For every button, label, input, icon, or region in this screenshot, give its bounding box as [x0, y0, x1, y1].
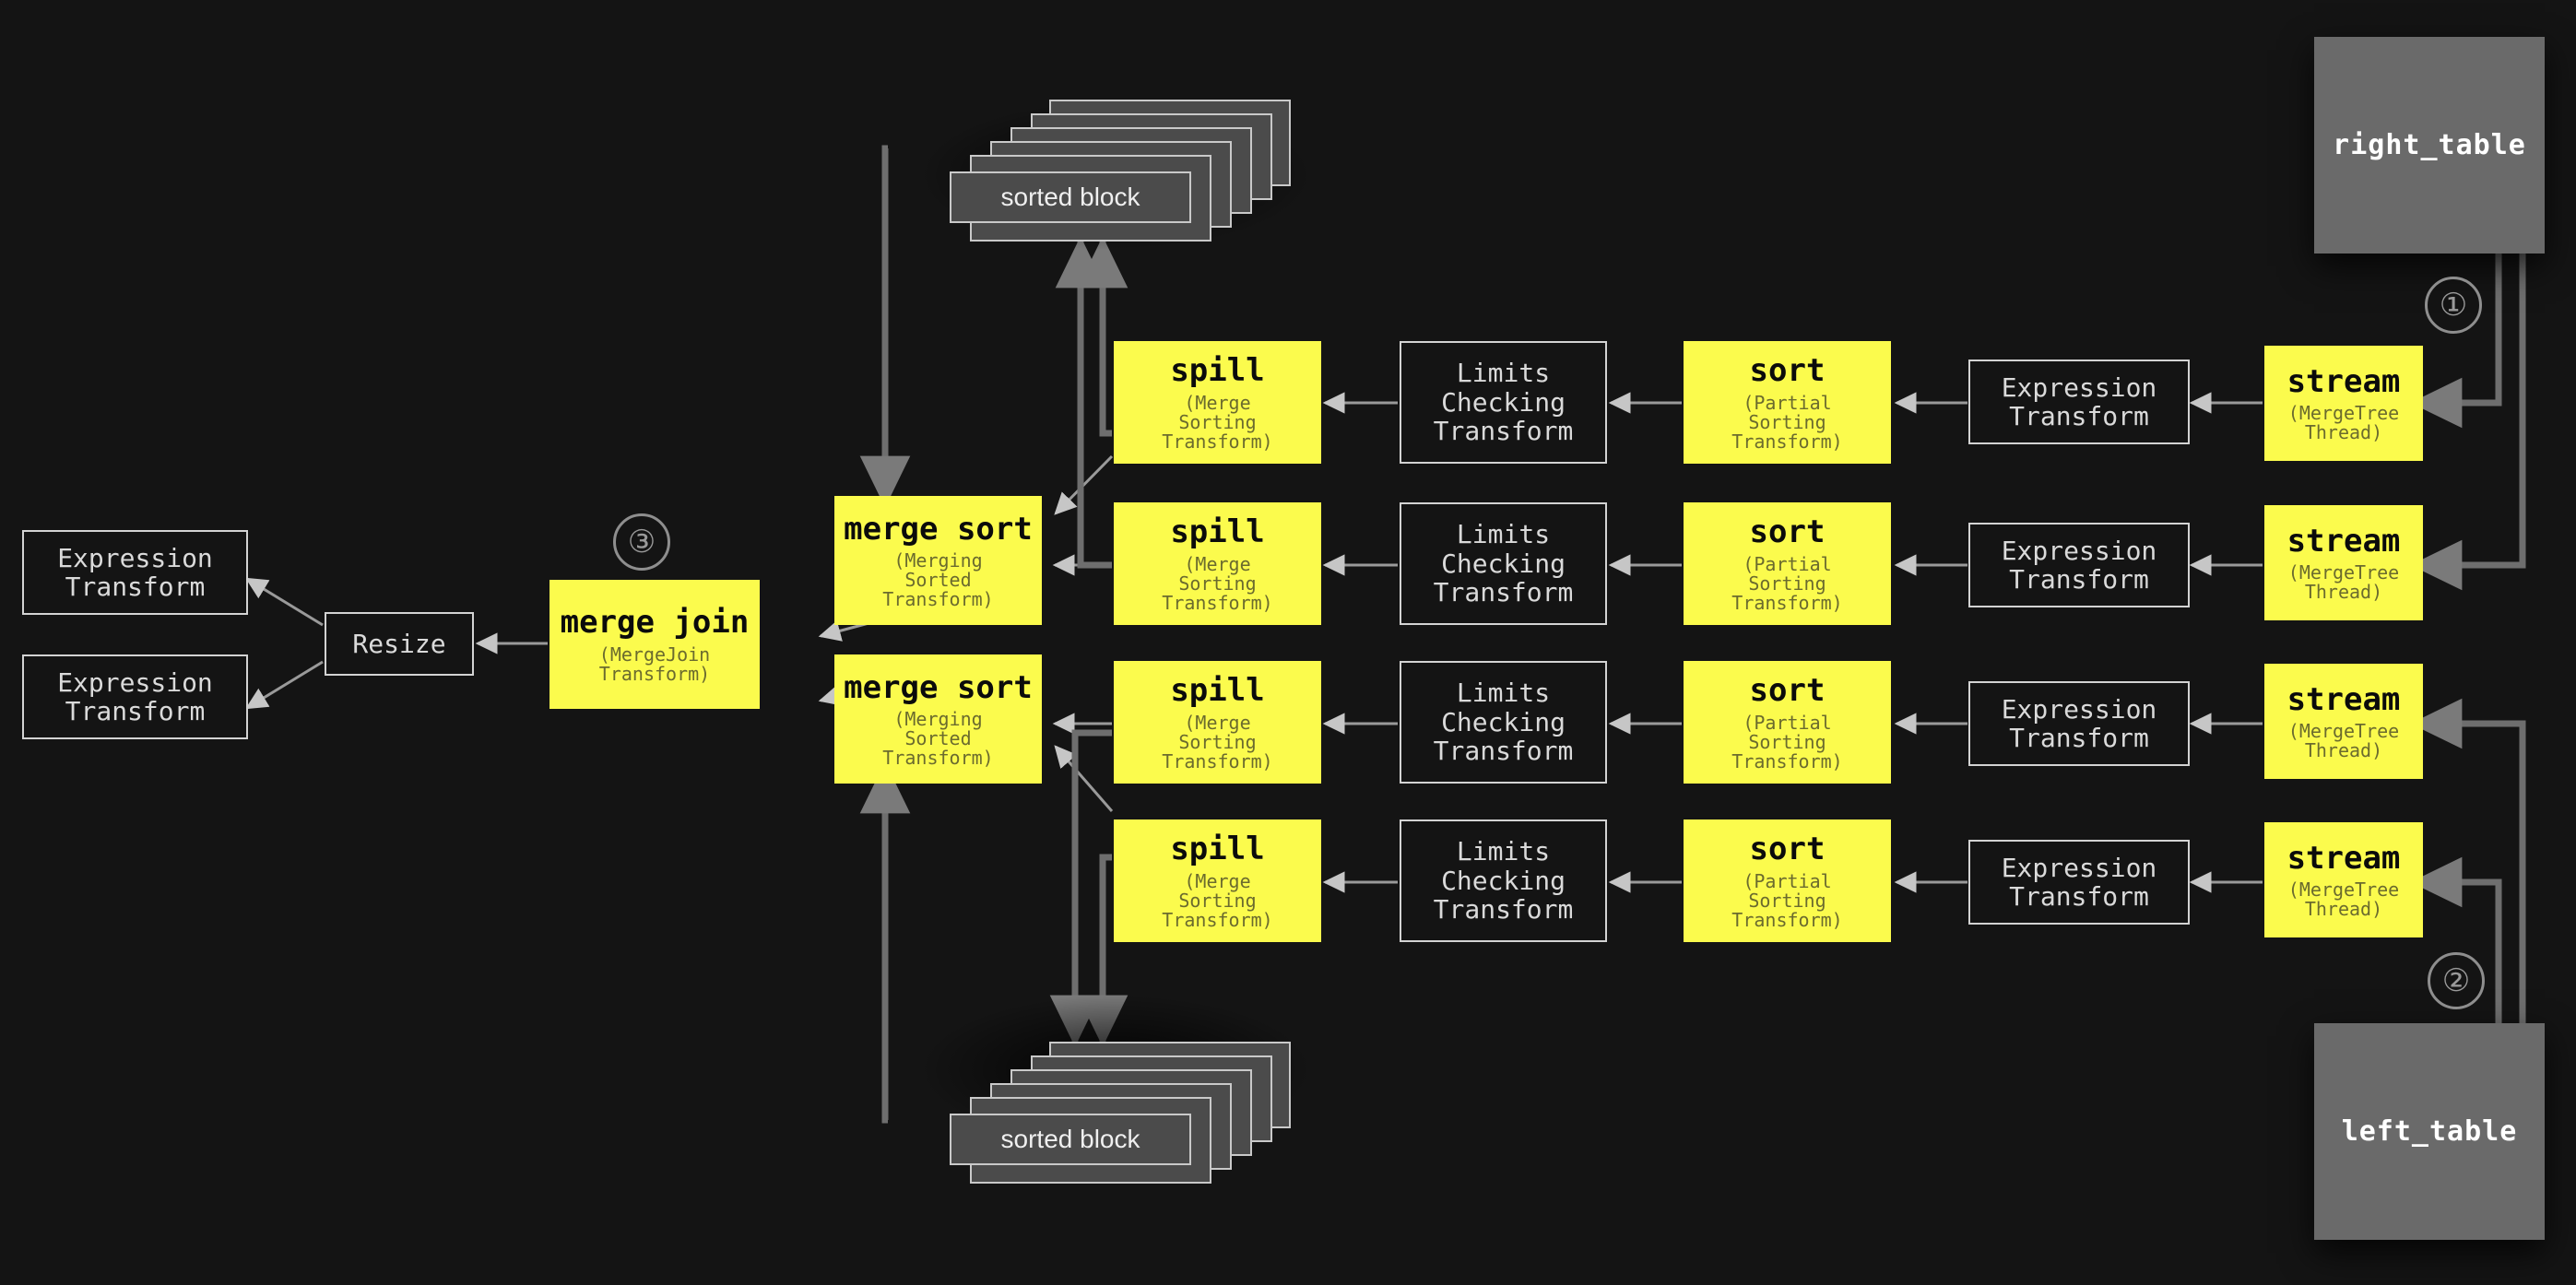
limits-checking-label-3: Limits Checking Transform: [1433, 678, 1574, 767]
right-table-node[interactable]: right_table: [2314, 37, 2545, 253]
spill-title-1: spill: [1170, 352, 1265, 390]
diagram-canvas: sorted block sorted block right_table le…: [0, 0, 2576, 1285]
sort-subtitle-3: (Partial Sorting Transform): [1731, 711, 1843, 772]
stream-subtitle-1: (MergeTree Thread): [2287, 402, 2400, 444]
merge-sort-top-subtitle: (Merging Sorted Transform): [882, 549, 994, 611]
stream-title-4: stream: [2286, 839, 2401, 877]
stream-node-1[interactable]: stream (MergeTree Thread): [2264, 346, 2423, 461]
sort-subtitle-2: (Partial Sorting Transform): [1731, 552, 1843, 614]
stream-subtitle-2: (MergeTree Thread): [2287, 561, 2400, 604]
expression-transform-label-4: Expression Transform: [2001, 852, 2157, 912]
right-table-label: right_table: [2333, 128, 2526, 161]
sort-subtitle-4: (Partial Sorting Transform): [1731, 869, 1843, 931]
limits-checking-transform-3[interactable]: Limits Checking Transform: [1400, 661, 1607, 784]
expression-transform-label-2: Expression Transform: [2001, 535, 2157, 595]
left-table-node[interactable]: left_table: [2314, 1023, 2545, 1240]
spill-node-3[interactable]: spill (Merge Sorting Transform): [1114, 661, 1321, 784]
stream-subtitle-4: (MergeTree Thread): [2287, 878, 2400, 921]
merge-join-title: merge join: [560, 604, 750, 642]
expression-transform-out-bottom-label: Expression Transform: [57, 666, 213, 726]
limits-checking-label-1: Limits Checking Transform: [1433, 358, 1574, 447]
step-number-3: ③: [613, 513, 670, 571]
stream-node-2[interactable]: stream (MergeTree Thread): [2264, 505, 2423, 620]
stream-title-2: stream: [2286, 522, 2401, 560]
step-number-3-label: ③: [627, 524, 656, 560]
spill-title-4: spill: [1170, 831, 1265, 868]
merge-sort-top-title: merge sort: [844, 510, 1033, 548]
spill-subtitle-3: (Merge Sorting Transform): [1162, 711, 1273, 772]
expression-transform-2[interactable]: Expression Transform: [1968, 523, 2190, 607]
sort-node-4[interactable]: sort (Partial Sorting Transform): [1684, 819, 1891, 942]
limits-checking-transform-4[interactable]: Limits Checking Transform: [1400, 819, 1607, 942]
merge-sort-bottom[interactable]: merge sort (Merging Sorted Transform): [834, 654, 1042, 784]
sort-title-3: sort: [1749, 672, 1826, 710]
spill-node-2[interactable]: spill (Merge Sorting Transform): [1114, 502, 1321, 625]
expression-transform-1[interactable]: Expression Transform: [1968, 360, 2190, 444]
spill-subtitle-1: (Merge Sorting Transform): [1162, 391, 1273, 453]
spill-node-4[interactable]: spill (Merge Sorting Transform): [1114, 819, 1321, 942]
limits-checking-label-2: Limits Checking Transform: [1433, 519, 1574, 608]
expression-transform-3[interactable]: Expression Transform: [1968, 681, 2190, 766]
stream-title-3: stream: [2286, 680, 2401, 718]
sort-title-4: sort: [1749, 831, 1826, 868]
expression-transform-out-bottom[interactable]: Expression Transform: [22, 654, 248, 739]
spill-subtitle-4: (Merge Sorting Transform): [1162, 869, 1273, 931]
step-number-1: ①: [2425, 277, 2482, 334]
sorted-block-bottom: sorted block: [950, 1042, 1291, 1184]
stream-subtitle-3: (MergeTree Thread): [2287, 720, 2400, 762]
spill-title-2: spill: [1170, 513, 1265, 551]
expression-transform-4[interactable]: Expression Transform: [1968, 840, 2190, 925]
expression-transform-out-top-label: Expression Transform: [57, 542, 213, 602]
sorted-block-label-sheet: sorted block: [950, 1114, 1191, 1165]
sorted-block-label-sheet: sorted block: [950, 171, 1191, 223]
limits-checking-label-4: Limits Checking Transform: [1433, 836, 1574, 925]
sort-node-2[interactable]: sort (Partial Sorting Transform): [1684, 502, 1891, 625]
limits-checking-transform-1[interactable]: Limits Checking Transform: [1400, 341, 1607, 464]
merge-sort-bottom-subtitle: (Merging Sorted Transform): [882, 708, 994, 770]
sort-node-1[interactable]: sort (Partial Sorting Transform): [1684, 341, 1891, 464]
resize-node[interactable]: Resize: [325, 612, 474, 676]
spill-node-1[interactable]: spill (Merge Sorting Transform): [1114, 341, 1321, 464]
spill-title-3: spill: [1170, 672, 1265, 710]
stream-title-1: stream: [2286, 362, 2401, 400]
stream-node-4[interactable]: stream (MergeTree Thread): [2264, 822, 2423, 937]
expression-transform-label-1: Expression Transform: [2001, 371, 2157, 431]
merge-join-subtitle: (MergeJoin Transform): [598, 642, 711, 685]
step-number-1-label: ①: [2439, 287, 2468, 324]
spill-subtitle-2: (Merge Sorting Transform): [1162, 552, 1273, 614]
sorted-block-label: sorted block: [1000, 183, 1140, 211]
sorted-block-top: sorted block: [950, 100, 1291, 242]
resize-label: Resize: [352, 628, 446, 659]
sort-title-1: sort: [1749, 352, 1826, 390]
merge-join-node[interactable]: merge join (MergeJoin Transform): [549, 580, 760, 709]
expression-transform-out-top[interactable]: Expression Transform: [22, 530, 248, 615]
merge-sort-top[interactable]: merge sort (Merging Sorted Transform): [834, 496, 1042, 625]
step-number-2-label: ②: [2441, 962, 2471, 999]
sort-node-3[interactable]: sort (Partial Sorting Transform): [1684, 661, 1891, 784]
stream-node-3[interactable]: stream (MergeTree Thread): [2264, 664, 2423, 779]
left-table-label: left_table: [2341, 1114, 2518, 1148]
sorted-block-label: sorted block: [1000, 1125, 1140, 1153]
sort-title-2: sort: [1749, 513, 1826, 551]
merge-sort-bottom-title: merge sort: [844, 668, 1033, 706]
limits-checking-transform-2[interactable]: Limits Checking Transform: [1400, 502, 1607, 625]
expression-transform-label-3: Expression Transform: [2001, 693, 2157, 753]
step-number-2: ②: [2428, 952, 2485, 1009]
sort-subtitle-1: (Partial Sorting Transform): [1731, 391, 1843, 453]
